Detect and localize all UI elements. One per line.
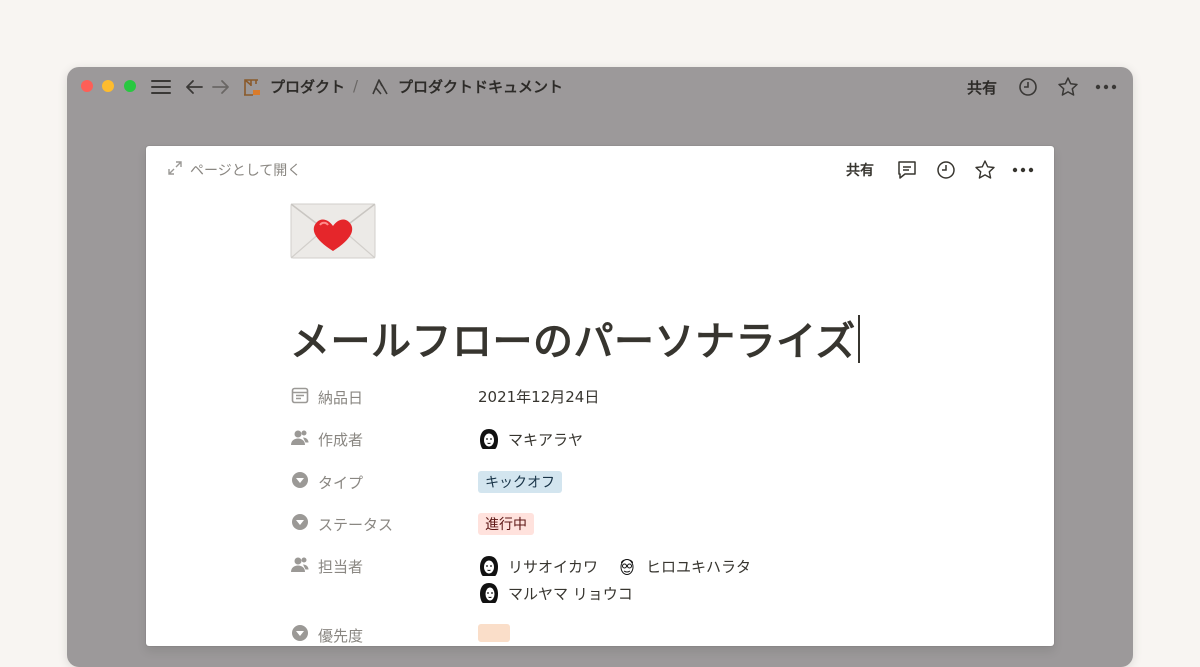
avatar bbox=[478, 555, 500, 577]
breadcrumb-item-product-docs[interactable]: プロダクトドキュメント bbox=[370, 76, 563, 97]
property-type-value[interactable]: キックオフ bbox=[478, 471, 562, 493]
property-label: 担当者 bbox=[318, 557, 364, 576]
person-chip[interactable]: マルヤマ リョウコ bbox=[478, 582, 633, 604]
favorite-star-icon[interactable] bbox=[1057, 76, 1079, 98]
property-status-value[interactable]: 進行中 bbox=[478, 513, 534, 535]
property-label: タイプ bbox=[318, 473, 364, 492]
people-icon bbox=[291, 555, 309, 577]
avatar bbox=[478, 582, 500, 604]
property-label: 作成者 bbox=[318, 430, 364, 449]
love-letter-icon[interactable] bbox=[290, 201, 376, 261]
avatar bbox=[478, 428, 500, 450]
crane-icon bbox=[242, 77, 262, 97]
select-arrow-icon bbox=[291, 624, 309, 646]
property-created-by-name[interactable]: 作成者 bbox=[291, 428, 363, 450]
open-as-page-button[interactable]: ページとして開く bbox=[168, 160, 301, 180]
property-assignees-value-line2[interactable]: マルヤマ リョウコ bbox=[478, 582, 651, 604]
property-label: 納品日 bbox=[318, 388, 364, 407]
product-logo-icon bbox=[370, 77, 390, 97]
person-name: マルヤマ リョウコ bbox=[508, 584, 633, 603]
calendar-icon bbox=[291, 386, 309, 408]
modal-more-options-icon[interactable] bbox=[1012, 160, 1034, 180]
status-tag[interactable]: 進行中 bbox=[478, 513, 534, 535]
person-chip[interactable]: リサオイカワ bbox=[478, 555, 598, 577]
type-tag[interactable]: キックオフ bbox=[478, 471, 562, 493]
modal-favorite-star-icon[interactable] bbox=[974, 159, 996, 181]
maximize-window-button[interactable] bbox=[124, 80, 136, 92]
expand-arrows-icon bbox=[168, 161, 182, 179]
person-name: マキアラヤ bbox=[508, 430, 584, 449]
close-window-button[interactable] bbox=[81, 80, 93, 92]
property-due-date-value[interactable]: 2021年12月24日 bbox=[478, 386, 599, 407]
person-chip[interactable]: マキアラヤ bbox=[478, 428, 583, 450]
property-label: 優先度 bbox=[318, 626, 364, 645]
person-name: ヒロユキハラタ bbox=[646, 557, 752, 576]
back-arrow-icon[interactable] bbox=[184, 77, 204, 97]
priority-tag[interactable] bbox=[478, 624, 510, 642]
property-status-name[interactable]: ステータス bbox=[291, 513, 393, 535]
share-button[interactable]: 共有 bbox=[967, 77, 997, 98]
person-chip[interactable]: ヒロユキハラタ bbox=[616, 555, 751, 577]
property-priority-name[interactable]: 優先度 bbox=[291, 624, 363, 646]
property-assignees-name[interactable]: 担当者 bbox=[291, 555, 363, 577]
comment-icon[interactable] bbox=[896, 160, 918, 180]
page-title[interactable]: メールフローのパーソナライズ bbox=[290, 309, 860, 367]
more-options-icon[interactable] bbox=[1095, 77, 1117, 97]
minimize-window-button[interactable] bbox=[102, 80, 114, 92]
person-name: リサオイカワ bbox=[508, 557, 599, 576]
forward-arrow-icon[interactable] bbox=[211, 77, 231, 97]
open-as-page-label: ページとして開く bbox=[190, 163, 302, 179]
modal-history-clock-icon[interactable] bbox=[936, 160, 956, 180]
property-label: ステータス bbox=[318, 515, 394, 534]
avatar bbox=[616, 555, 638, 577]
property-created-by-value[interactable]: マキアラヤ bbox=[478, 428, 601, 450]
property-assignees-value[interactable]: リサオイカワ ヒロユキハラタ bbox=[478, 555, 769, 577]
select-arrow-icon bbox=[291, 513, 309, 535]
property-priority-value[interactable] bbox=[478, 624, 510, 642]
title-bar: プロダクト / プロダクトドキュメント 共有 bbox=[67, 67, 1133, 107]
breadcrumb-item-product[interactable]: プロダクト bbox=[242, 76, 345, 97]
page-peek-modal: ページとして開く 共有 メールフローのパーソナライズ 納品日 2021年12月2… bbox=[146, 146, 1054, 646]
modal-share-button[interactable]: 共有 bbox=[846, 160, 874, 180]
breadcrumb-label: プロダクトドキュメント bbox=[398, 78, 564, 96]
history-clock-icon[interactable] bbox=[1018, 77, 1038, 97]
select-arrow-icon bbox=[291, 471, 309, 493]
breadcrumb-separator: / bbox=[353, 77, 359, 95]
breadcrumb-label: プロダクト bbox=[270, 78, 346, 96]
sidebar-menu-icon[interactable] bbox=[150, 77, 172, 97]
people-icon bbox=[291, 428, 309, 450]
property-type-name[interactable]: タイプ bbox=[291, 471, 363, 493]
page-title-text: メールフローのパーソナライズ bbox=[290, 319, 856, 365]
property-due-date-name[interactable]: 納品日 bbox=[291, 386, 363, 408]
text-cursor bbox=[857, 315, 860, 363]
